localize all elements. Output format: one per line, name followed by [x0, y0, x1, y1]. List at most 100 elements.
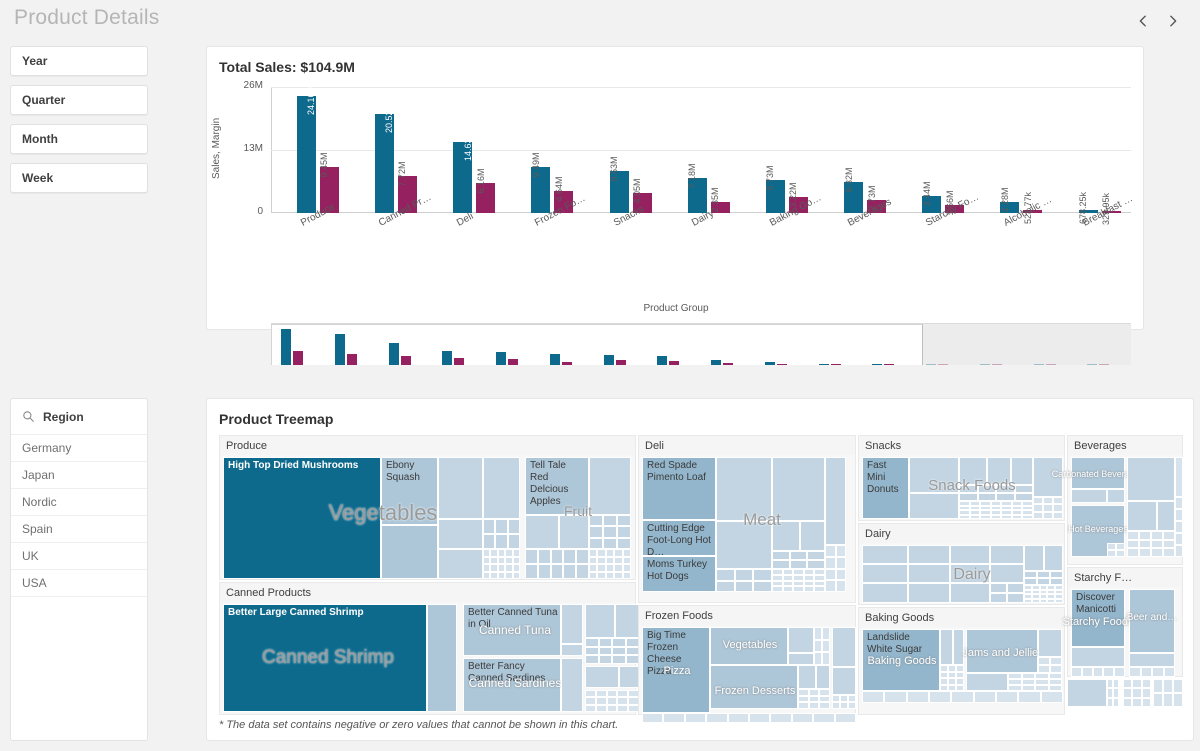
treemap-tile[interactable]: Ebony Squash [381, 457, 438, 525]
bar-group[interactable]: 7.18M 2.35M [662, 87, 740, 213]
list-item[interactable]: USA [11, 570, 147, 597]
treemap-tile[interactable] [1050, 578, 1063, 585]
treemap-tile[interactable] [1071, 667, 1082, 677]
treemap-tile[interactable] [803, 586, 815, 592]
treemap-tile[interactable] [789, 560, 808, 569]
treemap-region[interactable]: Baking Goods Landslide White Sugar Baking … [858, 607, 1065, 715]
treemap-tile[interactable] [1116, 543, 1125, 550]
treemap-tile[interactable] [1031, 598, 1040, 603]
treemap-tile[interactable] [1129, 653, 1175, 667]
treemap-tile[interactable] [950, 564, 990, 583]
treemap-tile[interactable] [734, 569, 754, 581]
treemap-tile[interactable] [603, 537, 617, 549]
bar-sales[interactable]: 20.52M [374, 103, 394, 213]
treemap-tile[interactable] [614, 564, 623, 572]
treemap-tile[interactable] [835, 545, 846, 557]
treemap-tile[interactable] [427, 604, 457, 712]
treemap-tile[interactable] [483, 549, 491, 557]
treemap-tile[interactable] [525, 515, 559, 549]
treemap-tile[interactable] [605, 571, 615, 579]
treemap-tile[interactable] [788, 653, 814, 665]
bar-group[interactable]: 14.63M 6.16M [427, 87, 505, 213]
treemap-tile[interactable] [595, 704, 607, 712]
treemap-tile[interactable] [585, 604, 615, 638]
treemap-tile[interactable] [1132, 679, 1142, 689]
treemap-tile[interactable] [793, 586, 804, 592]
treemap-tile[interactable] [1050, 571, 1063, 578]
treemap-tile[interactable] [884, 691, 907, 703]
treemap-tile[interactable] [909, 457, 959, 493]
treemap-tile[interactable] [483, 534, 496, 549]
treemap-tile[interactable] [1050, 657, 1062, 665]
treemap-tile[interactable] [825, 457, 846, 545]
treemap-tile[interactable] [1033, 457, 1063, 497]
treemap-tile[interactable] [1140, 667, 1152, 677]
treemap-tile[interactable] [1014, 493, 1033, 501]
treemap-tile[interactable] [950, 545, 990, 564]
treemap-tile[interactable] [1127, 539, 1139, 549]
treemap-tile[interactable] [1129, 589, 1175, 653]
treemap-tile[interactable] [1037, 571, 1050, 578]
treemap-tile[interactable] [1022, 514, 1033, 519]
treemap-tile[interactable] [1151, 548, 1163, 557]
treemap-tile[interactable] [1175, 509, 1183, 521]
treemap-tile[interactable]: Discover Manicotti [1071, 589, 1125, 647]
treemap-tile[interactable] [598, 646, 612, 656]
treemap-tile[interactable] [589, 515, 603, 527]
treemap-tile[interactable] [1037, 578, 1050, 585]
treemap-tile[interactable] [959, 493, 978, 501]
treemap-tile[interactable] [1132, 688, 1142, 698]
treemap-tile[interactable] [595, 690, 607, 698]
list-item[interactable]: Spain [11, 516, 147, 543]
bar-group[interactable]: 20.52M 7.72M [349, 87, 427, 213]
treemap-tile[interactable] [589, 571, 598, 579]
treemap-tile[interactable] [940, 629, 953, 665]
treemap-tile[interactable] [1123, 688, 1133, 698]
bar-group[interactable]: 2.28M 521.77k [975, 87, 1053, 225]
treemap-tile[interactable] [716, 569, 735, 581]
filter-button-week[interactable]: Week [10, 163, 148, 193]
treemap-tile[interactable] [1152, 667, 1164, 677]
treemap-tile[interactable] [813, 713, 835, 723]
treemap-tile[interactable] [808, 689, 820, 696]
treemap-tile[interactable] [1173, 679, 1183, 693]
treemap-tile[interactable] [1071, 489, 1107, 503]
treemap-tile[interactable] [807, 551, 825, 560]
treemap-tile[interactable] [585, 666, 619, 688]
treemap-tile[interactable] [1163, 531, 1175, 540]
treemap-tile[interactable] [788, 627, 814, 653]
treemap-tile[interactable] [798, 695, 809, 703]
treemap-tile[interactable] [381, 525, 438, 579]
treemap-tile[interactable] [605, 564, 615, 572]
bar-group[interactable]: 678.25k 329.95k [1053, 87, 1131, 225]
treemap-tile[interactable] [622, 564, 631, 572]
treemap-tile[interactable] [1071, 647, 1125, 667]
treemap-tile[interactable] [727, 713, 749, 723]
treemap-tile[interactable] [625, 655, 639, 664]
treemap-tile[interactable] [1163, 539, 1175, 549]
treemap-tile[interactable] [969, 514, 981, 519]
treemap-tile[interactable] [862, 545, 908, 564]
treemap-tile[interactable]: Moms Turkey Hot Dogs [642, 556, 716, 592]
list-item[interactable]: Japan [11, 462, 147, 489]
treemap-tile[interactable] [816, 665, 830, 689]
treemap-tile[interactable] [789, 551, 808, 560]
treemap-tile[interactable] [959, 514, 970, 519]
treemap-tile[interactable] [706, 713, 728, 723]
treemap-tile[interactable] [1141, 697, 1151, 707]
treemap-tile[interactable] [550, 549, 564, 564]
treemap-tile[interactable] [966, 673, 1008, 691]
treemap-tile[interactable] [512, 571, 520, 579]
treemap-tile[interactable] [589, 556, 598, 564]
treemap-region[interactable]: Frozen Foods Big Time Frozen Cheese Pizza… [638, 605, 856, 723]
treemap-tile[interactable] [990, 564, 1024, 583]
treemap-tile[interactable] [959, 457, 987, 485]
treemap-tile[interactable] [977, 493, 996, 501]
treemap-tile[interactable] [1043, 497, 1053, 505]
treemap-region[interactable]: Canned Products Better Large Canned Shrim… [219, 582, 639, 715]
treemap-tile[interactable] [525, 564, 538, 579]
bar-sales[interactable]: 7.18M [687, 164, 707, 213]
treemap-region[interactable]: Starchy F… Discover Manicotti Starchy Food… [1063, 567, 1183, 677]
treemap-tile[interactable] [1024, 598, 1032, 603]
treemap-tile[interactable] [603, 515, 617, 527]
